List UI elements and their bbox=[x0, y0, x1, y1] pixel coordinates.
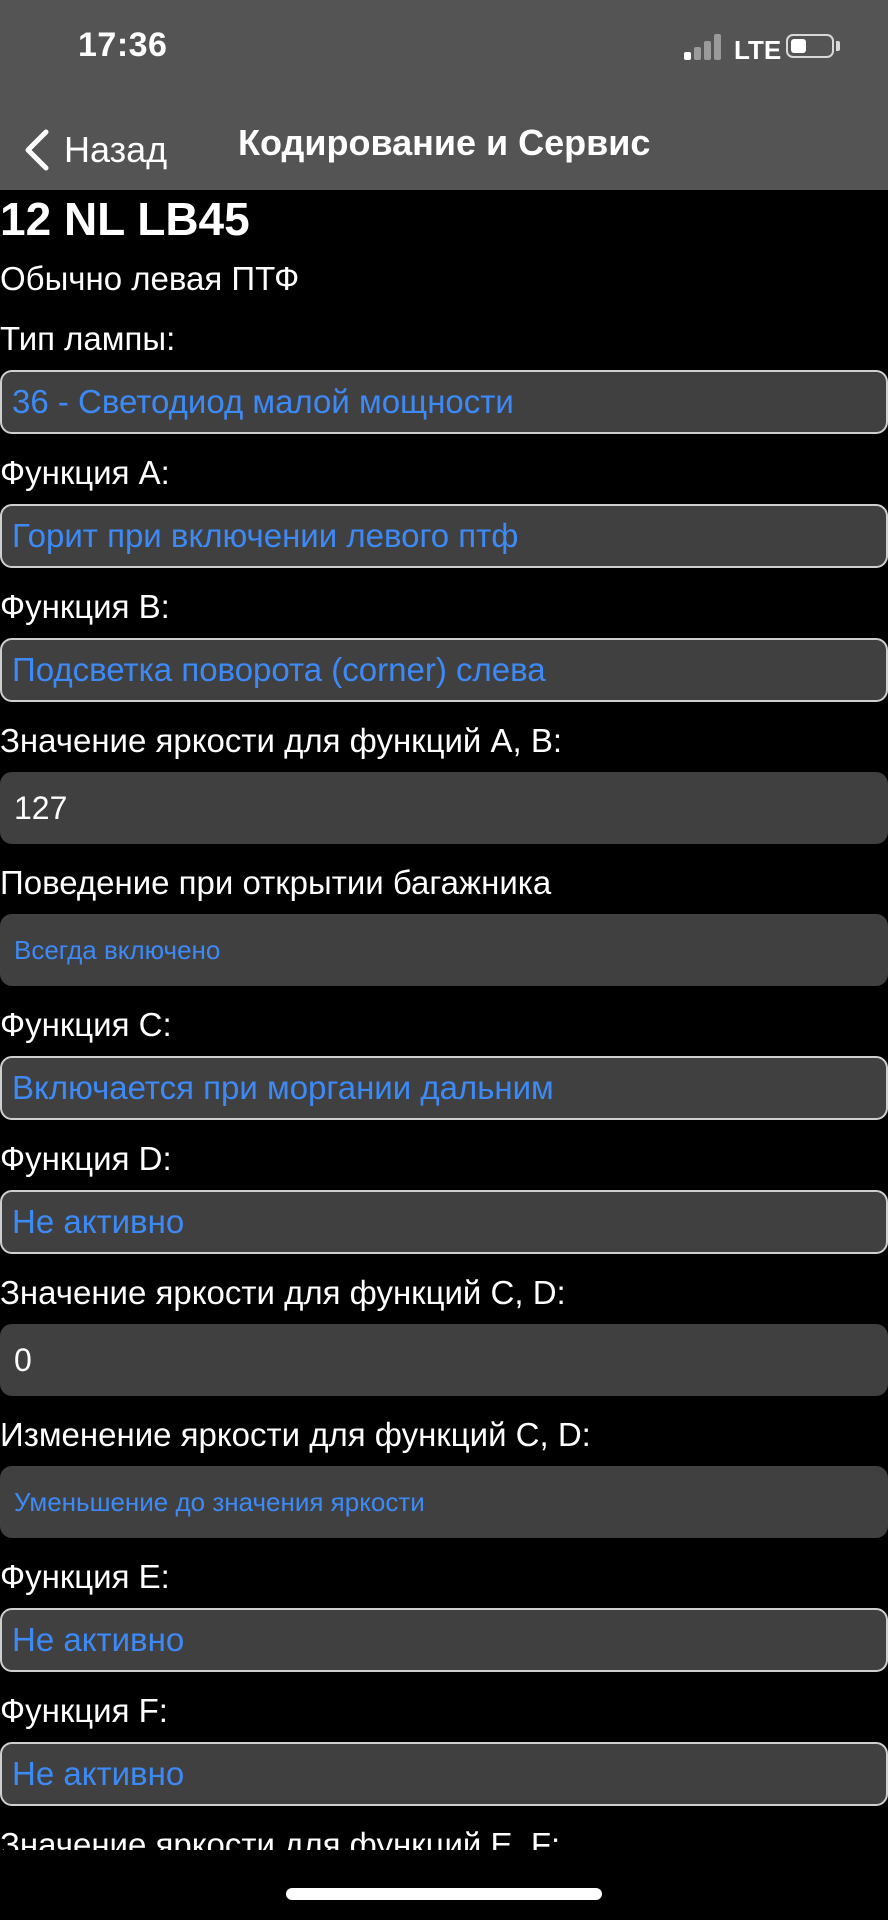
back-button[interactable]: Назад bbox=[22, 120, 167, 180]
trunk-behavior-select[interactable]: Всегда включено bbox=[0, 914, 888, 986]
back-button-label: Назад bbox=[64, 129, 168, 170]
network-type: LTE bbox=[734, 35, 782, 65]
function-d-select[interactable]: Не активно bbox=[0, 1190, 888, 1254]
function-e-select[interactable]: Не активно bbox=[0, 1608, 888, 1672]
home-indicator[interactable] bbox=[286, 1888, 602, 1900]
function-c-label: Функция C: bbox=[0, 1006, 172, 1043]
battery-cap bbox=[836, 41, 840, 51]
battery-icon bbox=[786, 34, 834, 58]
trunk-behavior-label: Поведение при открытии багажника bbox=[0, 864, 552, 901]
chevron-left-icon bbox=[25, 129, 49, 171]
brightness-cd-input[interactable]: 0 bbox=[0, 1324, 888, 1396]
signal-bars-icon bbox=[684, 34, 724, 60]
function-d-label: Функция D: bbox=[0, 1140, 172, 1177]
brightness-change-cd-label: Изменение яркости для функций C, D: bbox=[0, 1416, 591, 1453]
lamp-type-select[interactable]: 36 - Светодиод малой мощности bbox=[0, 370, 888, 434]
battery-level bbox=[791, 39, 806, 53]
brightness-ef-label: Значение яркости для функций E, F: bbox=[0, 1826, 561, 1850]
nav-bar: Назад Кодирование и Сервис bbox=[0, 110, 888, 190]
module-code: 12 NL LB45 bbox=[0, 193, 250, 245]
function-b-label: Функция B: bbox=[0, 588, 170, 625]
settings-content[interactable]: 12 NL LB45 Обычно левая ПТФ Тип лампы: 3… bbox=[0, 190, 888, 1850]
function-a-label: Функция A: bbox=[0, 454, 170, 491]
brightness-change-cd-select[interactable]: Уменьшение до значения яркости bbox=[0, 1466, 888, 1538]
function-f-label: Функция F: bbox=[0, 1692, 168, 1729]
brightness-ab-label: Значение яркости для функций A, B: bbox=[0, 722, 563, 759]
status-time: 17:36 bbox=[78, 26, 168, 64]
brightness-ab-input[interactable]: 127 bbox=[0, 772, 888, 844]
function-e-label: Функция E: bbox=[0, 1558, 170, 1595]
function-c-select[interactable]: Включается при моргании дальним bbox=[0, 1056, 888, 1120]
status-bar: 17:36 LTE Назад Кодирование и Сервис bbox=[0, 0, 888, 190]
function-f-select[interactable]: Не активно bbox=[0, 1742, 888, 1806]
page-title: Кодирование и Сервис bbox=[238, 122, 651, 163]
lamp-type-label: Тип лампы: bbox=[0, 320, 176, 357]
function-a-select[interactable]: Горит при включении левого птф bbox=[0, 504, 888, 568]
function-b-select[interactable]: Подсветка поворота (corner) слева bbox=[0, 638, 888, 702]
brightness-cd-label: Значение яркости для функций C, D: bbox=[0, 1274, 566, 1311]
module-description: Обычно левая ПТФ bbox=[0, 260, 300, 297]
